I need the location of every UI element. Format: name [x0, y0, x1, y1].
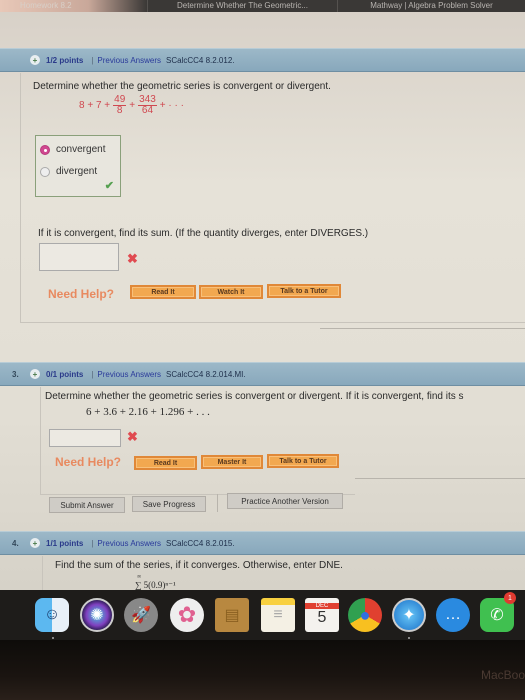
choice-divergent[interactable]: divergent — [40, 166, 97, 177]
question-header: 3. + 0/1 points | Previous Answers SCalc… — [0, 362, 525, 386]
sum-prompt: If it is convergent, find its sum. (If t… — [38, 228, 369, 239]
question-prompt: Find the sum of the series, if it conver… — [55, 560, 343, 571]
running-indicator — [408, 637, 410, 639]
fraction: 49 8 — [113, 95, 127, 116]
safari-icon[interactable]: ✦ — [392, 598, 426, 632]
points-label: 1/2 points — [46, 55, 84, 65]
fraction: 343 64 — [138, 95, 157, 116]
save-progress-button[interactable]: Save Progress — [132, 496, 206, 512]
launchpad-glyph: 🚀 — [131, 607, 151, 624]
browser-tab-bar: Homework 8.2 Determine Whether The Geome… — [0, 0, 525, 12]
series-expression: 8 + 7 + 49 8 + 343 64 + · · · — [79, 95, 184, 116]
chrome-icon[interactable]: ● — [348, 598, 382, 632]
facetime-glyph: ✆ — [490, 607, 504, 624]
submit-answer-button[interactable]: Submit Answer — [49, 497, 125, 513]
read-it-button[interactable]: Read It — [134, 456, 197, 470]
choice-label: convergent — [56, 144, 106, 155]
question-code: SCalcCC4 8.2.014.MI. — [166, 369, 246, 379]
launchpad-icon[interactable]: 🚀 — [124, 598, 158, 632]
question-code: SCalcCC4 8.2.015. — [166, 538, 235, 548]
laptop-bezel: MacBoo — [0, 640, 525, 700]
photos-icon[interactable]: ✿ — [170, 598, 204, 632]
calendar-day: 5 — [317, 609, 327, 626]
divider-line — [217, 494, 218, 512]
expand-icon[interactable]: + — [30, 55, 40, 65]
question-prompt: Determine whether the geometric series i… — [33, 81, 331, 92]
previous-answers-link[interactable]: Previous Answers — [97, 539, 161, 548]
watch-it-button[interactable]: Watch It — [199, 285, 263, 299]
messages-glyph: … — [445, 606, 461, 623]
previous-answers-link[interactable]: Previous Answers — [97, 370, 161, 379]
contacts-icon[interactable]: ▤ — [215, 598, 249, 632]
divider: | — [91, 538, 94, 548]
brand-label: MacBoo — [480, 668, 525, 682]
siri-icon[interactable]: ✺ — [80, 598, 114, 632]
running-indicator — [52, 637, 54, 639]
notes-icon[interactable]: ≡ — [261, 598, 295, 632]
sum-answer-input[interactable] — [39, 243, 119, 271]
points-label: 0/1 points — [46, 369, 84, 379]
radio-selected-icon[interactable] — [40, 144, 50, 155]
radio-unselected-icon[interactable] — [40, 166, 50, 177]
question-body: Determine whether the geometric series i… — [20, 73, 525, 323]
photos-glyph: ✿ — [177, 602, 197, 627]
tab-determine-geometric[interactable]: Determine Whether The Geometric... — [148, 0, 338, 12]
question-prompt: Determine whether the geometric series i… — [45, 391, 464, 402]
previous-answers-link[interactable]: Previous Answers — [97, 56, 161, 65]
sum-answer-input[interactable] — [49, 429, 121, 447]
contacts-glyph: ▤ — [224, 607, 240, 624]
finder-icon[interactable]: ☺ — [35, 598, 69, 632]
need-help-label: Need Help? — [48, 287, 115, 301]
fraction-denominator: 8 — [116, 105, 123, 116]
messages-icon[interactable]: … — [436, 598, 470, 632]
question-header: + 1/2 points | Previous Answers SCalcCC4… — [0, 48, 525, 72]
question-body: Find the sum of the series, if it conver… — [42, 556, 525, 590]
divider: | — [91, 369, 94, 379]
notes-glyph: ≡ — [273, 606, 283, 623]
choice-label: divergent — [56, 166, 98, 177]
chrome-glyph: ● — [359, 604, 371, 625]
question-number: 4. — [12, 538, 19, 548]
series-plus: + — [129, 100, 136, 111]
practice-another-version-button[interactable]: Practice Another Version — [227, 493, 343, 509]
question-code: SCalcCC4 8.2.012. — [166, 55, 235, 65]
series-expression: ∑ 5(0.9)ⁿ⁻¹ — [135, 580, 176, 590]
points-label: 1/1 points — [46, 538, 84, 548]
question-body: Determine whether the geometric series i… — [40, 387, 464, 495]
expand-icon[interactable]: + — [30, 369, 40, 379]
divider-line — [355, 478, 525, 479]
read-it-button[interactable]: Read It — [130, 285, 196, 299]
talk-to-tutor-button[interactable]: Talk to a Tutor — [267, 284, 341, 298]
choice-convergent[interactable]: convergent — [40, 144, 105, 155]
series-expression: 6 + 3.6 + 2.16 + 1.296 + . . . — [86, 406, 210, 418]
master-it-button[interactable]: Master It — [201, 455, 263, 469]
checkmark-icon: ✔ — [104, 180, 114, 192]
tab-mathway[interactable]: Mathway | Algebra Problem Solver — [338, 0, 525, 12]
finder-glyph: ☺ — [43, 606, 61, 623]
talk-to-tutor-button[interactable]: Talk to a Tutor — [267, 454, 339, 468]
macos-dock: ☺ ✺ 🚀 ✿ ▤ ≡ DEC 5 ● ✦ … ✆ 1 — [0, 590, 525, 640]
choice-group: convergent divergent ✔ — [35, 135, 121, 197]
divider-line — [320, 328, 525, 329]
fraction-denominator: 64 — [141, 105, 154, 116]
tab-homework[interactable]: Homework 8.2 — [0, 0, 148, 12]
question-number: 3. — [12, 369, 19, 379]
calendar-icon[interactable]: DEC 5 — [305, 598, 339, 632]
series-tail: + · · · — [159, 100, 184, 111]
siri-glyph: ✺ — [90, 607, 104, 624]
incorrect-x-icon: ✖ — [127, 429, 138, 444]
need-help-label: Need Help? — [55, 455, 122, 469]
incorrect-x-icon: ✖ — [127, 251, 138, 266]
page-content: + 1/2 points | Previous Answers SCalcCC4… — [0, 12, 525, 590]
divider: | — [91, 55, 94, 65]
question-header: 4. + 1/1 points | Previous Answers SCalc… — [0, 531, 525, 555]
series-term: 8 + 7 + — [79, 100, 111, 111]
expand-icon[interactable]: + — [30, 538, 40, 548]
safari-glyph: ✦ — [402, 607, 416, 624]
notification-badge: 1 — [504, 592, 516, 604]
